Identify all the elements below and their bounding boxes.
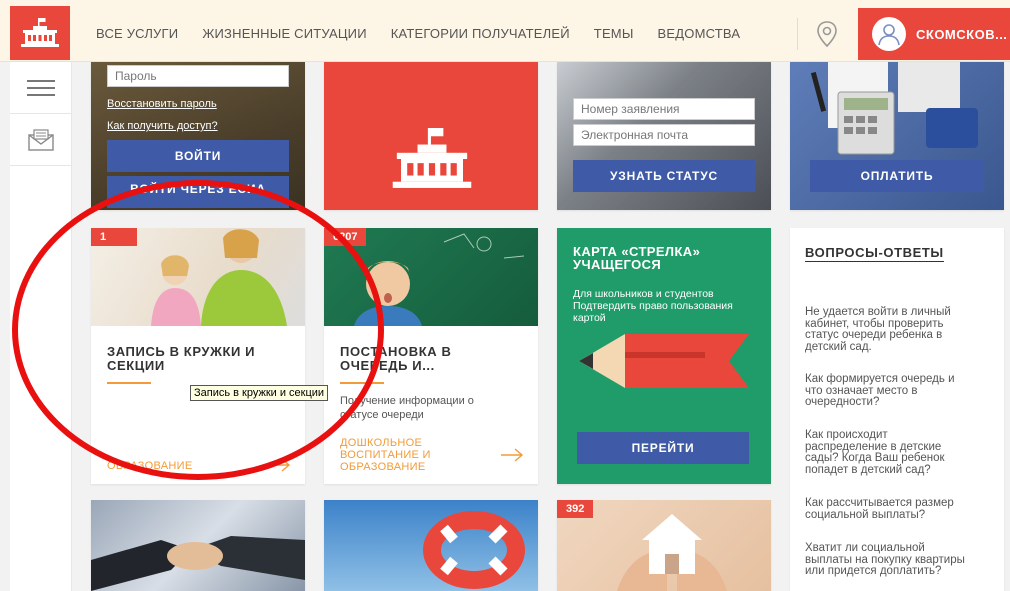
- get-access-link[interactable]: Как получить доступ?: [107, 120, 218, 132]
- tooltip: Запись в кружки и секции: [190, 385, 329, 401]
- pay-button[interactable]: ОПЛАТИТЬ: [810, 160, 984, 192]
- service-card-housing[interactable]: 392: [557, 500, 771, 591]
- faq-line: Как рассчитывается размер: [805, 497, 954, 509]
- nav-recipient-categories[interactable]: КАТЕГОРИИ ПОЛУЧАТЕЛЕЙ: [391, 26, 570, 41]
- service-card-handshake[interactable]: [91, 500, 305, 591]
- status-card: Номер заявления Электронная почта УЗНАТЬ…: [557, 62, 771, 210]
- faq-line: или придется доплатить?: [805, 565, 942, 577]
- faq-line: сады? Когда Ваш ребенок: [805, 452, 945, 464]
- service-card-lifebuoy[interactable]: [324, 500, 538, 591]
- faq-title[interactable]: ВОПРОСЫ-ОТВЕТЫ: [805, 245, 944, 262]
- lifebuoy-photo-icon: [423, 511, 525, 589]
- card-title-line: ОЧЕРЕДЬ И...: [340, 358, 435, 373]
- application-number-input[interactable]: Номер заявления: [573, 98, 755, 120]
- menu-icon[interactable]: [10, 62, 71, 114]
- password-input[interactable]: Пароль: [107, 65, 289, 87]
- envelope-icon: [27, 128, 54, 151]
- arrow-right-icon[interactable]: [500, 448, 524, 462]
- user-name: СКОМСКОВ...: [916, 26, 1008, 42]
- description-line: Для школьников и студентов: [573, 288, 714, 300]
- service-card-queue[interactable]: 6207 ПОСТАНОВКА В ОЧЕРЕДЬ И... Получение…: [324, 228, 538, 484]
- faq-item[interactable]: Хватит ли социальной выплаты на покупку …: [805, 542, 993, 578]
- card-title-line: СЕКЦИИ: [107, 358, 165, 373]
- card-description: Получение информации о статусе очереди: [340, 394, 474, 422]
- calculator-illustration-icon: [810, 62, 978, 155]
- strelka-title: КАРТА «СТРЕЛКА» УЧАЩЕГОСЯ: [573, 245, 700, 271]
- services-portal-card[interactable]: [324, 62, 538, 210]
- description-line: Подтвердить право пользования: [573, 300, 733, 312]
- card-title: ПОСТАНОВКА В ОЧЕРЕДЬ И...: [340, 345, 530, 373]
- faq-item[interactable]: Как формируется очередь и что означает м…: [805, 373, 993, 409]
- email-input[interactable]: Электронная почта: [573, 124, 755, 146]
- top-header: ВСЕ УСЛУГИ ЖИЗНЕННЫЕ СИТУАЦИИ КАТЕГОРИИ …: [0, 0, 1010, 62]
- messages-button[interactable]: [10, 114, 71, 166]
- faq-line: Хватит ли социальной: [805, 542, 925, 554]
- left-rail: [10, 62, 72, 591]
- header-divider: [797, 18, 798, 50]
- description-line: Получение информации о: [340, 395, 474, 407]
- strelka-card[interactable]: КАРТА «СТРЕЛКА» УЧАЩЕГОСЯ Для школьников…: [557, 228, 771, 484]
- user-icon: [878, 24, 900, 46]
- government-building-icon: [392, 128, 472, 188]
- service-card-clubs[interactable]: 1 ЗАПИСЬ В КРУЖКИ И СЕКЦИИ ОБРАЗОВАНИЕ: [91, 228, 305, 484]
- faq-item[interactable]: Как происходит распределение в детские с…: [805, 429, 993, 476]
- government-building-icon: [21, 18, 59, 47]
- arrow-right-icon[interactable]: [267, 458, 291, 472]
- count-badge: 6207: [324, 228, 367, 246]
- strelka-description: Для школьников и студентов Подтвердить п…: [573, 288, 733, 324]
- faq-line: очередности?: [805, 396, 880, 408]
- count-badge: 1: [91, 228, 137, 246]
- faq-line: Как происходит: [805, 429, 888, 441]
- faq-line: попадет в детский сад?: [805, 463, 931, 476]
- location-pin-icon[interactable]: [815, 20, 839, 48]
- avatar: [872, 17, 906, 51]
- card-title-line: ПОСТАНОВКА В: [340, 344, 452, 359]
- title-underline: [107, 382, 151, 384]
- esia-login-button[interactable]: ВОЙТИ ЧЕРЕЗ ЕСИА: [107, 176, 289, 208]
- login-button[interactable]: ВОЙТИ: [107, 140, 289, 172]
- category-line: ОБРАЗОВАНИЕ: [340, 461, 426, 473]
- title-underline: [340, 382, 384, 384]
- description-line: статусе очереди: [340, 409, 424, 421]
- handshake-photo-icon: [91, 536, 305, 591]
- card-category[interactable]: ОБРАЗОВАНИЕ: [107, 460, 192, 472]
- restore-password-link[interactable]: Восстановить пароль: [107, 98, 217, 110]
- payment-card: ОПЛАТИТЬ: [790, 62, 1004, 210]
- category-line: ДОШКОЛЬНОЕ: [340, 437, 423, 449]
- faq-line: статус очереди ребенка в: [805, 329, 943, 341]
- count-badge: 392: [557, 500, 594, 518]
- faq-item[interactable]: Не удается войти в личный кабинет, чтобы…: [805, 306, 993, 353]
- card-category[interactable]: ДОШКОЛЬНОЕ ВОСПИТАНИЕ И ОБРАЗОВАНИЕ: [340, 437, 431, 473]
- nav-topics[interactable]: ТЕМЫ: [594, 26, 634, 41]
- card-title-line: ЗАПИСЬ В КРУЖКИ И: [107, 344, 256, 359]
- category-line: ВОСПИТАНИЕ И: [340, 449, 431, 461]
- nav-departments[interactable]: ВЕДОМСТВА: [658, 26, 741, 41]
- check-status-button[interactable]: УЗНАТЬ СТАТУС: [573, 160, 755, 192]
- strelka-title-line: УЧАЩЕГОСЯ: [573, 257, 662, 272]
- faq-line: социальной выплаты?: [805, 508, 926, 521]
- site-logo[interactable]: [10, 6, 70, 60]
- go-button[interactable]: ПЕРЕЙТИ: [577, 432, 749, 464]
- nav-all-services[interactable]: ВСЕ УСЛУГИ: [96, 26, 178, 41]
- pencil-arrow-icon: [579, 334, 749, 388]
- faq-line: Как формируется очередь и: [805, 373, 955, 385]
- page: ВСЕ УСЛУГИ ЖИЗНЕННЫЕ СИТУАЦИИ КАТЕГОРИИ …: [0, 0, 1010, 591]
- faq-item[interactable]: Как рассчитывается размер социальной вып…: [805, 497, 993, 521]
- description-line: картой: [573, 312, 606, 324]
- user-menu[interactable]: СКОМСКОВ...: [858, 8, 1010, 60]
- faq-line: детский сад.: [805, 340, 872, 353]
- faq-line: Не удается войти в личный: [805, 306, 951, 318]
- login-card: Пароль Восстановить пароль Как получить …: [91, 62, 305, 210]
- main-nav: ВСЕ УСЛУГИ ЖИЗНЕННЫЕ СИТУАЦИИ КАТЕГОРИИ …: [96, 26, 764, 41]
- card-title: ЗАПИСЬ В КРУЖКИ И СЕКЦИИ: [107, 345, 297, 373]
- nav-life-situations[interactable]: ЖИЗНЕННЫЕ СИТУАЦИИ: [202, 26, 366, 41]
- faq-card: [790, 228, 1004, 591]
